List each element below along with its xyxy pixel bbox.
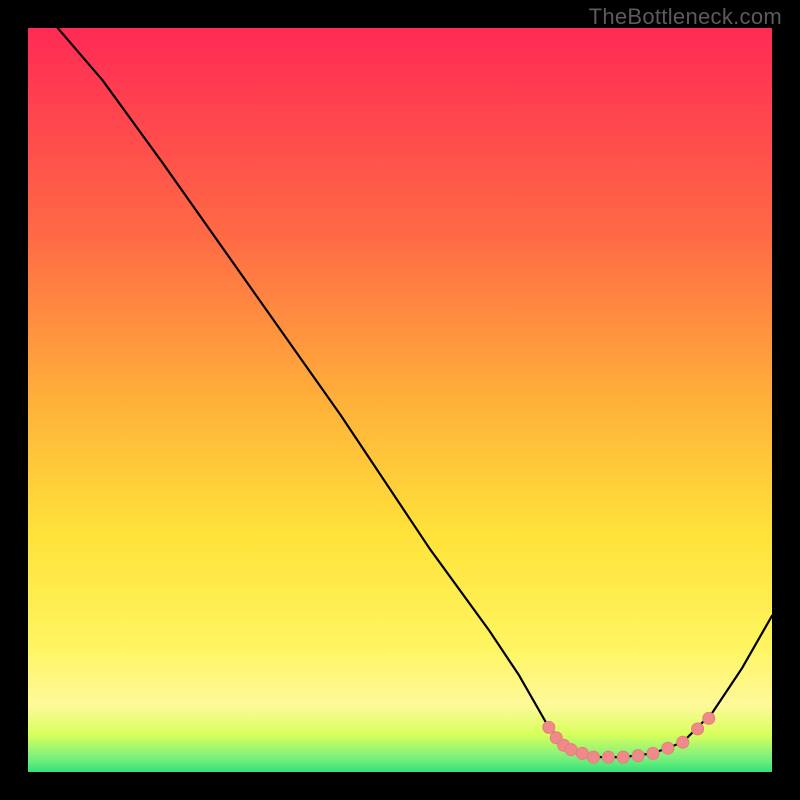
gradient-background xyxy=(28,28,772,772)
marker-dot xyxy=(587,751,599,763)
marker-dot xyxy=(662,742,674,754)
marker-dot xyxy=(692,723,704,735)
marker-dot xyxy=(617,751,629,763)
marker-dot xyxy=(543,721,555,733)
bottleneck-chart xyxy=(28,28,772,772)
marker-dot xyxy=(576,747,588,759)
marker-dot xyxy=(632,750,644,762)
marker-dot xyxy=(677,736,689,748)
watermark-label: TheBottleneck.com xyxy=(589,4,782,30)
marker-dot xyxy=(703,712,715,724)
chart-frame: TheBottleneck.com xyxy=(0,0,800,800)
marker-dot xyxy=(602,751,614,763)
marker-dot xyxy=(565,744,577,756)
marker-dot xyxy=(647,747,659,759)
